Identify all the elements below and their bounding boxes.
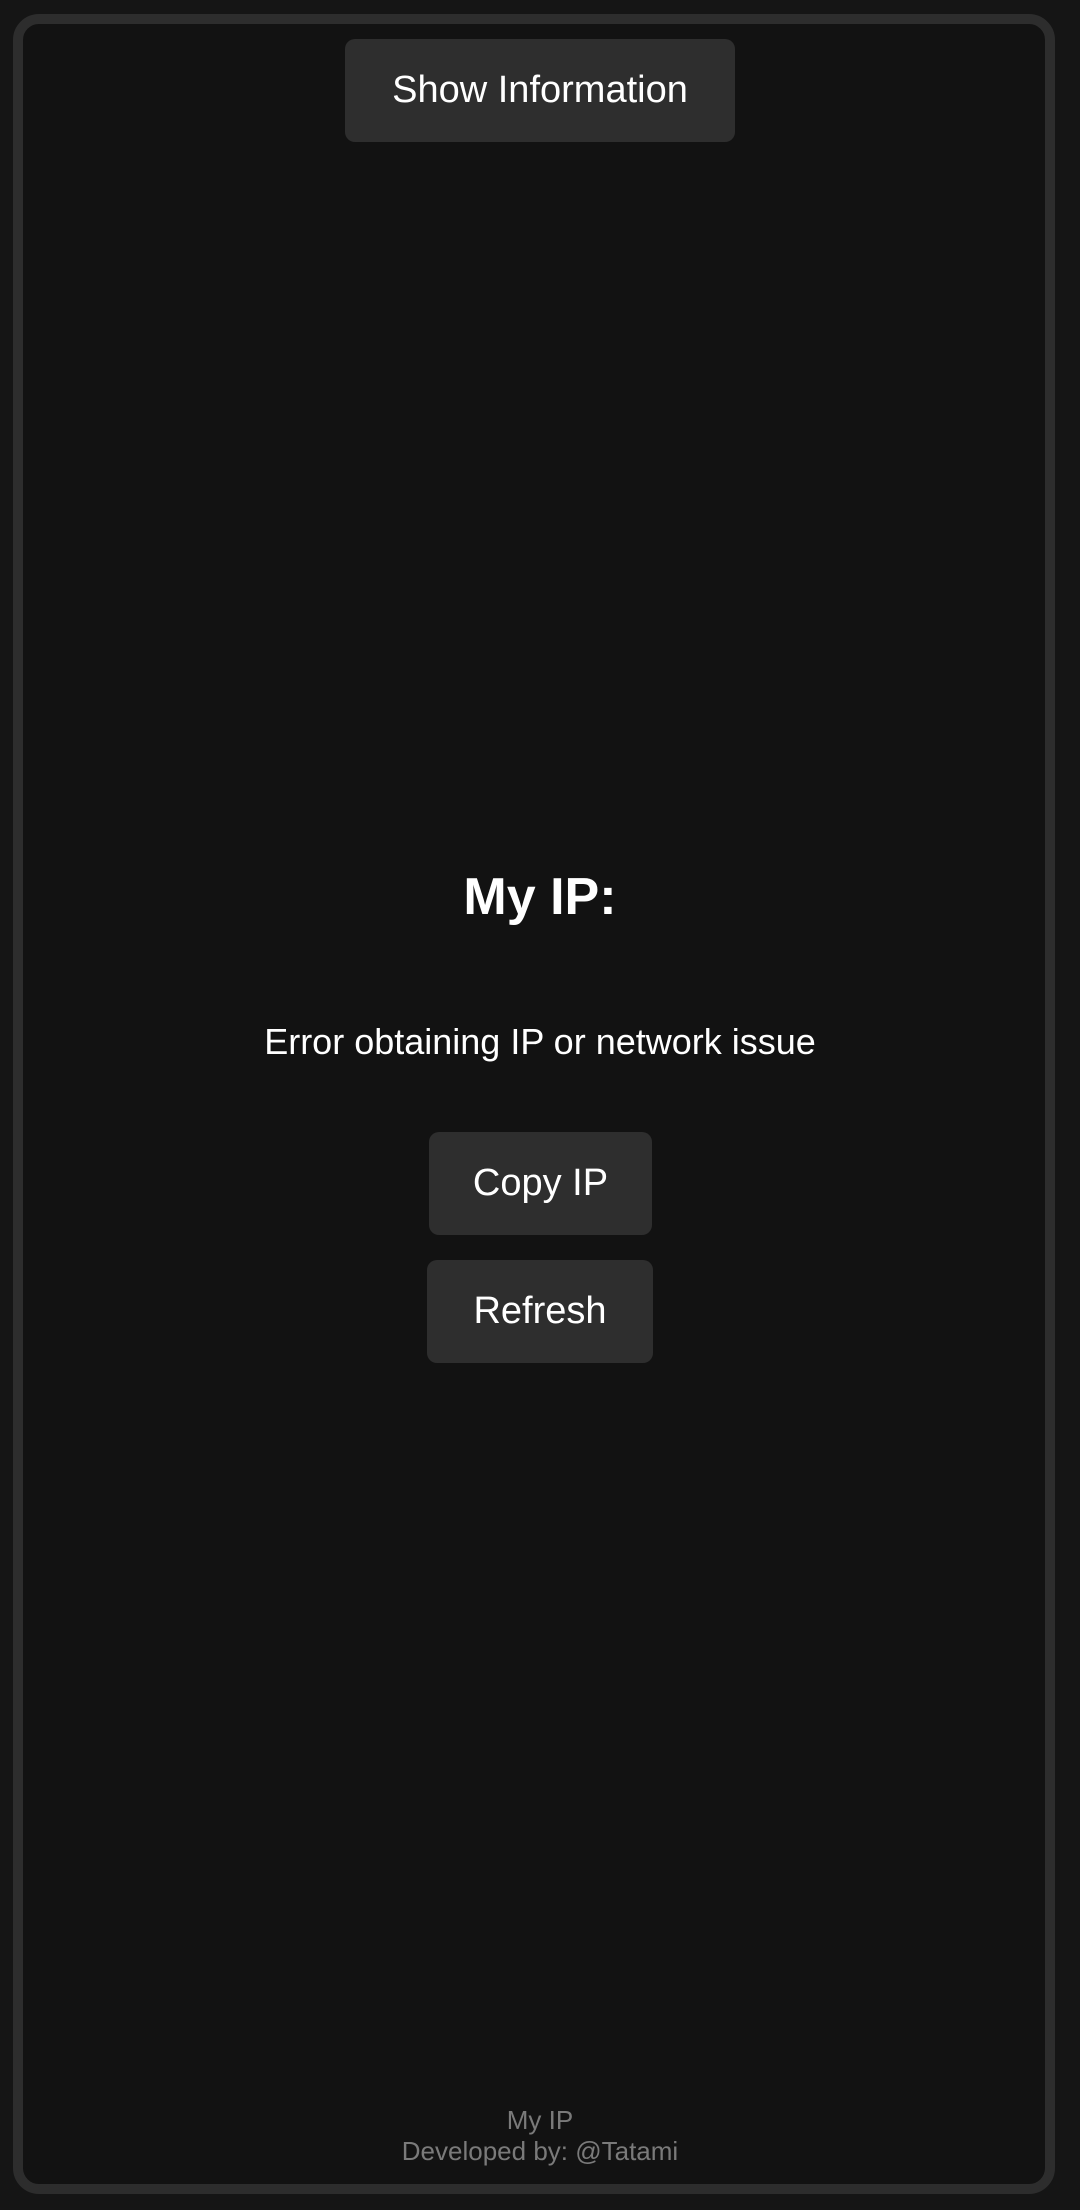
footer-developer-credit: Developed by: @Tatami xyxy=(401,2136,679,2166)
show-information-button[interactable]: Show Information xyxy=(345,39,735,142)
footer-app-name: My IP xyxy=(506,2105,574,2135)
app-frame xyxy=(13,14,1055,2194)
footer: My IP Developed by: @Tatami xyxy=(0,2105,1080,2167)
copy-ip-button[interactable]: Copy IP xyxy=(429,1132,652,1235)
refresh-button[interactable]: Refresh xyxy=(427,1260,653,1363)
page-title: My IP: xyxy=(463,868,617,926)
ip-status-text: Error obtaining IP or network issue xyxy=(264,1021,816,1062)
